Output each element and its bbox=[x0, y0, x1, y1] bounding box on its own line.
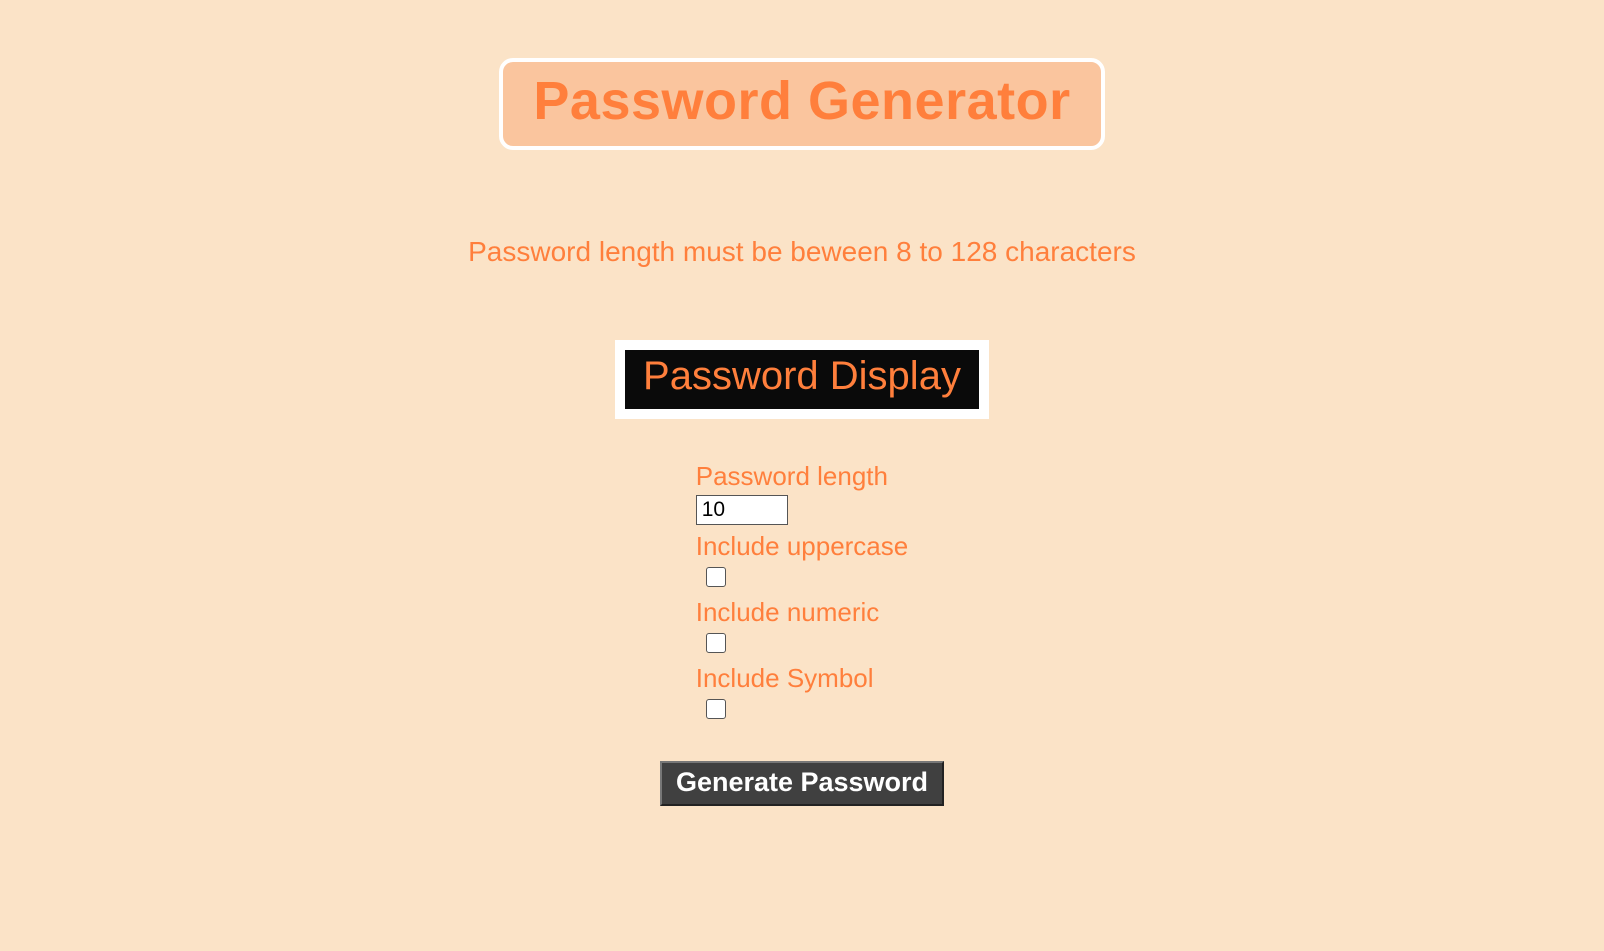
symbol-checkbox-row bbox=[706, 699, 726, 724]
length-input[interactable] bbox=[696, 495, 788, 525]
symbol-checkbox[interactable] bbox=[706, 699, 726, 719]
password-display: Password Display bbox=[625, 350, 979, 409]
page-title: Password Generator bbox=[533, 70, 1070, 132]
length-label: Password length bbox=[696, 461, 888, 492]
numeric-label: Include numeric bbox=[696, 597, 880, 628]
numeric-checkbox[interactable] bbox=[706, 633, 726, 653]
uppercase-checkbox-row bbox=[706, 567, 726, 592]
options-form: Password length Include uppercase Includ… bbox=[696, 461, 908, 729]
generate-button[interactable]: Generate Password bbox=[660, 761, 944, 806]
password-display-wrap: Password Display bbox=[615, 340, 989, 419]
uppercase-label: Include uppercase bbox=[696, 531, 908, 562]
uppercase-checkbox[interactable] bbox=[706, 567, 726, 587]
title-container: Password Generator bbox=[499, 58, 1104, 150]
length-hint-text: Password length must be beween 8 to 128 … bbox=[468, 236, 1136, 268]
symbol-label: Include Symbol bbox=[696, 663, 874, 694]
button-wrap: Generate Password bbox=[660, 761, 944, 806]
numeric-checkbox-row bbox=[706, 633, 726, 658]
